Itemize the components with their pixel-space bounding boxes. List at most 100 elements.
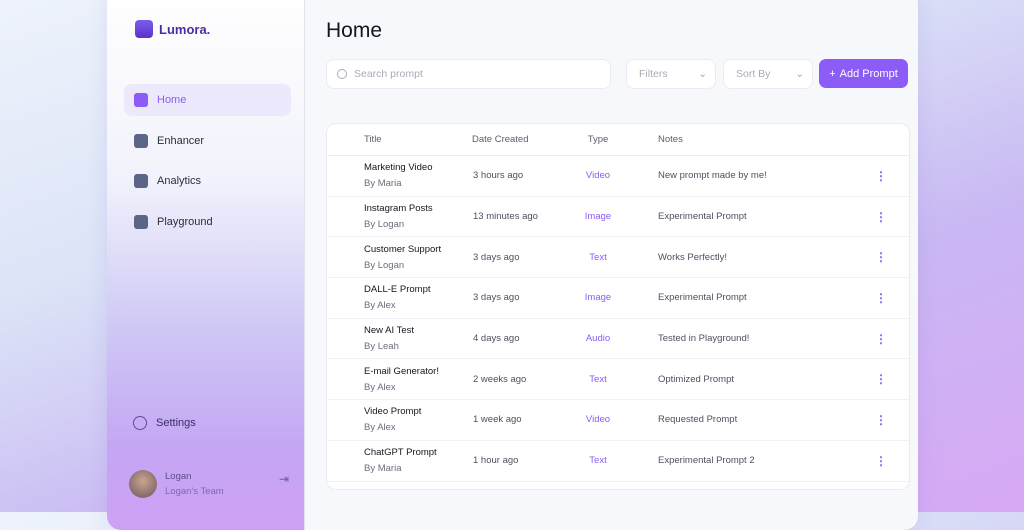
user-profile[interactable]: Logan Logan's Team ⇥: [129, 470, 289, 498]
column-type[interactable]: Type: [577, 134, 619, 145]
chevron-down-icon: ⌄: [795, 68, 804, 80]
more-options-icon[interactable]: ⋮: [875, 413, 887, 427]
cell-notes: Experimental Prompt 2: [658, 455, 755, 467]
sidebar-item-analytics[interactable]: Analytics: [124, 165, 291, 197]
table-row[interactable]: Video Prompt By Alex 1 week ago Video Req…: [327, 400, 909, 441]
table-row[interactable]: Instagram Posts By Logan 13 minutes ago I…: [327, 197, 909, 238]
prompt-title: ChatGPT Prompt: [364, 447, 437, 459]
prompt-title: Marketing Video: [364, 162, 433, 174]
table-header: Title Date Created Type Notes: [327, 124, 909, 156]
user-team: Logan's Team: [165, 486, 224, 497]
filters-label: Filters: [639, 68, 668, 80]
cell-date: 1 hour ago: [473, 455, 519, 467]
table-row[interactable]: DALL-E Prompt By Alex 3 days ago Image Ex…: [327, 278, 909, 319]
prompts-table: Title Date Created Type Notes Marketing …: [326, 123, 910, 490]
prompt-title: Instagram Posts: [364, 203, 433, 215]
page-title: Home: [326, 19, 383, 42]
prompt-author: By Alex: [364, 422, 396, 434]
cell-type: Video: [585, 170, 611, 182]
prompt-author: By Logan: [364, 219, 405, 231]
prompt-author: By Logan: [364, 259, 405, 271]
cell-date: 2 weeks ago: [473, 373, 527, 385]
more-options-icon[interactable]: ⋮: [875, 169, 887, 183]
filters-dropdown[interactable]: Filters ⌄: [626, 59, 716, 89]
more-options-icon[interactable]: ⋮: [875, 291, 887, 305]
logout-icon[interactable]: ⇥: [279, 472, 289, 486]
sidebar-nav: Home Enhancer Analytics Playground: [124, 84, 291, 247]
prompt-author: By Maria: [364, 178, 402, 190]
table-row[interactable]: Customer Support By Logan 3 days ago Text…: [327, 237, 909, 279]
prompt-author: By Alex: [364, 381, 396, 393]
cell-notes: Works Perfectly!: [658, 251, 727, 263]
table-row[interactable]: New AI Test By Leah 4 days ago Audio Test…: [327, 319, 909, 360]
app-window: Lumora. Home Enhancer Analytics Playground …: [107, 0, 918, 530]
cell-notes: Experimental Prompt: [658, 211, 747, 223]
table-row[interactable]: Marketing Video By Maria 3 hours ago Vide…: [327, 156, 909, 197]
cell-title: Marketing Video By Maria: [364, 162, 432, 189]
prompt-author: By Alex: [364, 300, 396, 312]
sidebar-item-label: Analytics: [157, 175, 202, 188]
logo-text: Lumora.: [159, 21, 211, 37]
cell-title: E-mail Generator! By Alex: [364, 366, 439, 393]
search-placeholder: Search prompt: [354, 68, 423, 80]
cell-type: Text: [589, 251, 607, 263]
sidebar-item-home[interactable]: Home: [124, 84, 291, 116]
cell-date: 3 days ago: [473, 292, 520, 304]
search-icon: [337, 69, 347, 79]
enhancer-icon: [134, 133, 148, 148]
cell-title: ChatGPT Prompt By Maria: [364, 447, 437, 474]
prompt-author: By Maria: [364, 463, 402, 475]
column-title[interactable]: Title: [364, 134, 382, 145]
more-options-icon[interactable]: ⋮: [875, 250, 887, 264]
cell-type: Audio: [585, 333, 611, 345]
cell-title: Customer Support By Logan: [364, 244, 441, 271]
cell-date: 4 days ago: [473, 333, 520, 345]
cell-date: 3 hours ago: [473, 170, 524, 182]
sidebar-item-label: Playground: [157, 216, 213, 229]
more-options-icon[interactable]: ⋮: [875, 210, 887, 224]
more-options-icon[interactable]: ⋮: [875, 332, 887, 346]
prompt-title: E-mail Generator!: [364, 365, 439, 377]
cell-title: Video Prompt By Alex: [364, 406, 421, 433]
table-row[interactable]: ChatGPT Prompt By Maria 1 hour ago Text E…: [327, 441, 909, 482]
sidebar-item-playground[interactable]: Playground: [124, 206, 291, 238]
table-row[interactable]: E-mail Generator! By Alex 2 weeks ago Tex…: [327, 359, 909, 401]
column-notes[interactable]: Notes: [658, 134, 683, 145]
more-options-icon[interactable]: ⋮: [875, 372, 887, 386]
sidebar-item-settings[interactable]: Settings: [133, 416, 196, 430]
cell-date: 13 minutes ago: [473, 211, 538, 223]
cell-notes: New prompt made by me!: [658, 170, 767, 182]
cell-notes: Optimized Prompt: [658, 373, 735, 385]
cell-title: Instagram Posts By Logan: [364, 203, 433, 230]
plus-icon: +: [829, 67, 836, 80]
column-date-created[interactable]: Date Created: [472, 134, 529, 145]
prompt-title: DALL-E Prompt: [364, 284, 431, 296]
cell-type: Image: [584, 292, 612, 304]
main-content: Home Search prompt Filters ⌄ Sort By ⌄ +…: [305, 0, 918, 530]
cell-type: Image: [584, 211, 612, 223]
avatar: [129, 470, 157, 498]
cell-notes: Requested Prompt: [658, 414, 738, 426]
settings-label: Settings: [156, 417, 196, 429]
cell-type: Text: [589, 455, 607, 467]
add-prompt-button[interactable]: + Add Prompt: [819, 59, 908, 88]
sort-label: Sort By: [736, 68, 771, 80]
sidebar-item-enhancer[interactable]: Enhancer: [124, 125, 291, 157]
logo[interactable]: Lumora.: [135, 20, 210, 38]
cell-notes: Experimental Prompt: [658, 292, 747, 304]
chevron-down-icon: ⌄: [698, 68, 707, 80]
search-input[interactable]: Search prompt: [326, 59, 611, 89]
prompt-author: By Leah: [364, 341, 399, 353]
more-options-icon[interactable]: ⋮: [875, 454, 887, 468]
analytics-icon: [134, 174, 148, 189]
sidebar-item-label: Home: [157, 94, 187, 106]
sort-dropdown[interactable]: Sort By ⌄: [723, 59, 813, 89]
cell-type: Text: [589, 373, 607, 385]
playground-icon: [134, 215, 148, 230]
gear-icon: [133, 416, 147, 430]
sidebar: Lumora. Home Enhancer Analytics Playground …: [107, 0, 305, 530]
cell-title: DALL-E Prompt By Alex: [364, 284, 431, 311]
cell-date: 3 days ago: [473, 251, 520, 263]
cell-date: 1 week ago: [473, 414, 522, 426]
home-icon: [134, 93, 148, 107]
